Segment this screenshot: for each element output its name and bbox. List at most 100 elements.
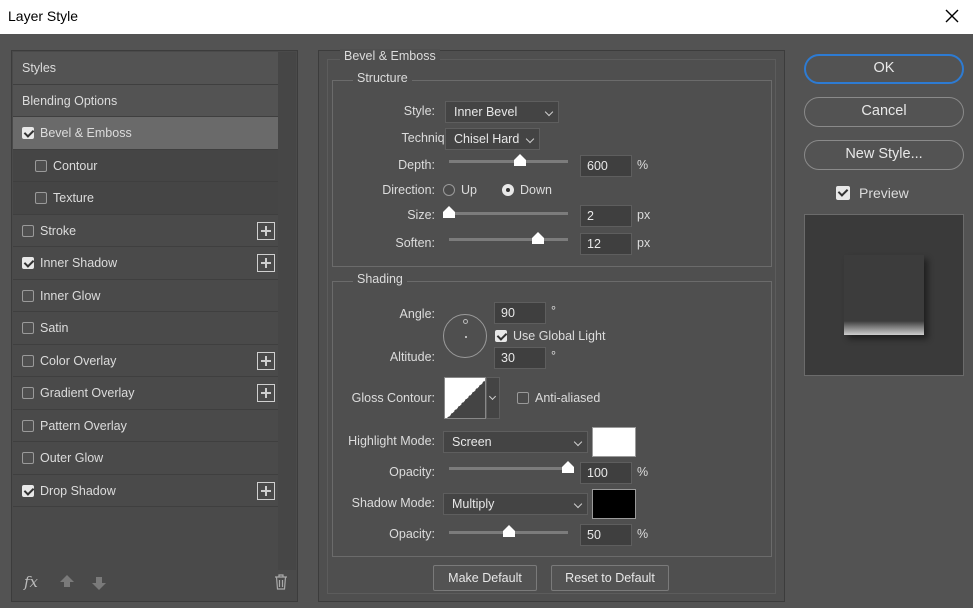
- altitude-input[interactable]: 30: [494, 347, 546, 369]
- shadow-opacity-thumb[interactable]: [502, 525, 515, 537]
- style-item-bevel-emboss[interactable]: Bevel & Emboss: [13, 117, 278, 150]
- reset-to-default-button[interactable]: Reset to Default: [551, 565, 669, 591]
- technique-dropdown[interactable]: Chisel Hard: [445, 128, 540, 150]
- direction-up-radio[interactable]: [443, 184, 455, 196]
- highlight-color-swatch[interactable]: [592, 427, 636, 457]
- cancel-button[interactable]: Cancel: [804, 97, 964, 127]
- style-item-blending-options[interactable]: Blending Options: [13, 84, 278, 117]
- style-checkbox[interactable]: [22, 354, 34, 367]
- style-item-label: Blending Options: [22, 93, 118, 108]
- style-checkbox[interactable]: [22, 419, 34, 432]
- add-effect-icon[interactable]: [257, 384, 275, 402]
- preview-label: Preview: [859, 185, 909, 201]
- highlight-opacity-thumb[interactable]: [562, 461, 574, 473]
- preview-thumbnail: [844, 255, 924, 335]
- style-item-satin[interactable]: Satin: [13, 312, 278, 345]
- style-item-contour[interactable]: Contour: [13, 149, 278, 182]
- depth-slider-thumb[interactable]: [514, 154, 527, 166]
- highlight-opacity-input[interactable]: 100: [580, 462, 632, 484]
- gloss-contour-swatch[interactable]: [444, 377, 486, 419]
- style-dropdown-value: Inner Bevel: [454, 105, 518, 119]
- style-checkbox[interactable]: [22, 322, 34, 334]
- preview-checkbox[interactable]: [836, 186, 850, 200]
- style-item-pattern-overlay[interactable]: Pattern Overlay: [13, 410, 278, 442]
- ok-button[interactable]: OK: [804, 54, 964, 84]
- style-item-inner-shadow[interactable]: Inner Shadow: [13, 247, 278, 280]
- style-item-outer-glow[interactable]: Outer Glow: [13, 442, 278, 475]
- gloss-contour-dropdown[interactable]: [486, 377, 500, 419]
- size-slider-thumb[interactable]: [443, 206, 455, 218]
- size-label: Size:: [407, 208, 435, 222]
- angle-unit: °: [551, 304, 556, 318]
- style-checkbox[interactable]: [22, 257, 34, 269]
- soften-unit: px: [637, 236, 651, 250]
- move-down-icon[interactable]: [92, 577, 106, 590]
- depth-slider[interactable]: [449, 154, 568, 166]
- style-item-label: Stroke: [40, 223, 77, 238]
- highlight-mode-label: Highlight Mode:: [348, 434, 435, 448]
- style-dropdown[interactable]: Inner Bevel: [445, 101, 559, 123]
- bevel-section-title: Bevel & Emboss: [340, 49, 440, 63]
- angle-input[interactable]: 90: [494, 302, 546, 324]
- style-item-label: Drop Shadow: [40, 483, 116, 498]
- style-item-label: Pattern Overlay: [40, 418, 127, 433]
- move-up-icon[interactable]: [60, 575, 74, 587]
- shadow-color-swatch[interactable]: [592, 489, 636, 519]
- style-item-inner-glow[interactable]: Inner Glow: [13, 280, 278, 312]
- angle-dial-handle: [463, 319, 468, 324]
- style-item-label: Texture: [53, 191, 94, 205]
- highlight-mode-dropdown[interactable]: Screen: [443, 431, 588, 453]
- shadow-opacity-slider[interactable]: [449, 525, 568, 537]
- style-item-texture[interactable]: Texture: [13, 182, 278, 215]
- style-checkbox[interactable]: [22, 484, 34, 497]
- use-global-light-checkbox[interactable]: [495, 330, 507, 342]
- direction-label: Direction:: [382, 183, 435, 197]
- style-checkbox[interactable]: [35, 192, 47, 204]
- style-checkbox[interactable]: [22, 127, 34, 139]
- style-item-color-overlay[interactable]: Color Overlay: [13, 345, 278, 377]
- highlight-opacity-slider[interactable]: [449, 461, 574, 473]
- altitude-label: Altitude:: [389, 350, 435, 364]
- shadow-mode-value: Multiply: [452, 497, 495, 511]
- close-icon[interactable]: [941, 5, 963, 27]
- bevel-emboss-panel: Bevel & Emboss Structure Style: Inner Be…: [318, 49, 785, 602]
- soften-slider[interactable]: [449, 232, 568, 244]
- make-default-button[interactable]: Make Default: [433, 565, 537, 591]
- contour-curve-icon: [446, 379, 485, 418]
- add-effect-icon[interactable]: [257, 351, 275, 370]
- styles-scrollbar[interactable]: [278, 52, 296, 570]
- style-checkbox[interactable]: [22, 387, 34, 399]
- style-item-stroke[interactable]: Stroke: [13, 215, 278, 247]
- angle-dial[interactable]: [443, 314, 487, 358]
- structure-title: Structure: [353, 71, 412, 85]
- style-item-drop-shadow[interactable]: Drop Shadow: [13, 475, 278, 507]
- shadow-opacity-input[interactable]: 50: [580, 524, 632, 546]
- direction-up-label: Up: [461, 183, 477, 197]
- shadow-opacity-unit: %: [637, 527, 649, 541]
- add-effect-icon[interactable]: [257, 481, 275, 500]
- depth-input[interactable]: 600: [580, 155, 632, 177]
- soften-input[interactable]: 12: [580, 233, 632, 255]
- add-effect-icon[interactable]: [257, 254, 275, 272]
- direction-down-radio[interactable]: [502, 184, 514, 196]
- add-effect-icon[interactable]: [257, 221, 275, 240]
- style-item-gradient-overlay[interactable]: Gradient Overlay: [13, 377, 278, 410]
- style-item-label: Bevel & Emboss: [40, 126, 132, 140]
- style-checkbox[interactable]: [22, 452, 34, 464]
- anti-aliased-checkbox[interactable]: [517, 392, 529, 404]
- style-checkbox[interactable]: [35, 159, 47, 172]
- style-checkbox[interactable]: [22, 224, 34, 237]
- size-input[interactable]: 2: [580, 205, 632, 227]
- trash-icon[interactable]: [274, 574, 288, 590]
- soften-slider-thumb[interactable]: [532, 232, 545, 244]
- style-item-label: Gradient Overlay: [40, 386, 135, 400]
- new-style-button[interactable]: New Style...: [804, 140, 964, 170]
- depth-label: Depth:: [398, 158, 435, 172]
- style-item-styles[interactable]: Styles: [13, 52, 278, 85]
- shadow-mode-dropdown[interactable]: Multiply: [443, 493, 588, 515]
- size-slider[interactable]: [443, 206, 568, 218]
- fx-button[interactable]: fx: [24, 573, 38, 591]
- style-checkbox[interactable]: [22, 289, 34, 302]
- highlight-mode-value: Screen: [452, 435, 492, 449]
- altitude-unit: °: [551, 349, 556, 363]
